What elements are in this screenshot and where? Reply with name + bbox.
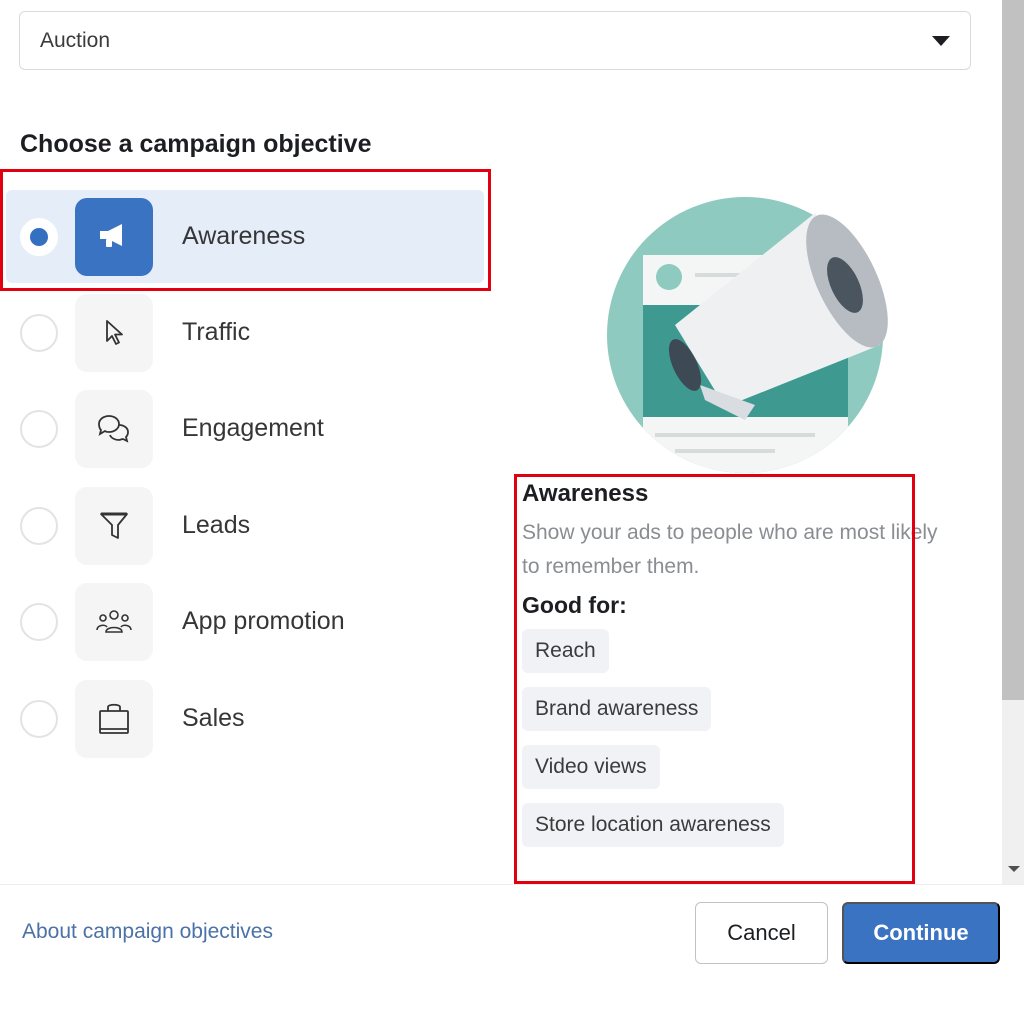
good-for-list: Reach Brand awareness Video views Store … (522, 629, 942, 847)
scroll-down-arrow-icon[interactable] (1008, 866, 1020, 872)
cursor-icon (75, 293, 153, 372)
objective-traffic[interactable]: Traffic (0, 286, 484, 379)
good-for-chip: Reach (522, 629, 609, 673)
objective-app-promotion[interactable]: App promotion (0, 575, 484, 668)
radio-app-promotion[interactable] (20, 602, 58, 641)
chat-bubbles-icon (75, 389, 153, 468)
good-for-chip: Brand awareness (522, 687, 712, 731)
objective-label: Traffic (182, 318, 251, 346)
dropdown-value: Auction (40, 28, 111, 52)
scrollbar-thumb[interactable] (1002, 0, 1024, 700)
dialog-footer: About campaign objectives Cancel Continu… (0, 884, 1024, 1025)
objective-awareness[interactable]: Awareness (6, 190, 484, 283)
good-for-chip: Video views (522, 745, 660, 789)
vertical-scrollbar[interactable] (1002, 0, 1024, 884)
detail-title: Awareness (522, 480, 649, 507)
good-for-label: Good for: (522, 592, 627, 618)
radio-traffic[interactable] (20, 313, 58, 352)
objective-label: Awareness (182, 222, 306, 250)
objective-sales[interactable]: Sales (0, 672, 484, 765)
section-heading: Choose a campaign objective (20, 130, 372, 158)
radio-engagement[interactable] (20, 409, 58, 448)
objective-label: Leads (182, 511, 251, 539)
objective-detail-panel: Awareness Show your ads to people who ar… (522, 480, 942, 861)
caret-down-icon (932, 35, 950, 46)
radio-dot (30, 227, 48, 246)
objective-label: App promotion (182, 607, 345, 635)
detail-description: Show your ads to people who are most lik… (522, 521, 938, 578)
radio-awareness[interactable] (20, 217, 58, 256)
radio-leads[interactable] (20, 506, 58, 545)
cancel-button[interactable]: Cancel (695, 902, 828, 964)
objective-scroll-area: Auction Choose a campaign objective Awar… (0, 0, 1002, 884)
megaphone-illustration (605, 195, 895, 475)
people-group-icon (75, 582, 153, 661)
bid-strategy-dropdown[interactable]: Auction (19, 11, 971, 70)
shopping-bag-icon (75, 679, 153, 758)
about-campaign-objectives-link[interactable]: About campaign objectives (22, 920, 273, 944)
objective-engagement[interactable]: Engagement (0, 382, 484, 475)
megaphone-icon (75, 197, 153, 276)
funnel-icon (75, 486, 153, 565)
objective-label: Engagement (182, 414, 324, 442)
radio-sales[interactable] (20, 699, 58, 738)
good-for-chip: Store location awareness (522, 803, 784, 847)
objective-leads[interactable]: Leads (0, 479, 484, 572)
objective-label: Sales (182, 704, 245, 732)
continue-button[interactable]: Continue (842, 902, 1000, 964)
